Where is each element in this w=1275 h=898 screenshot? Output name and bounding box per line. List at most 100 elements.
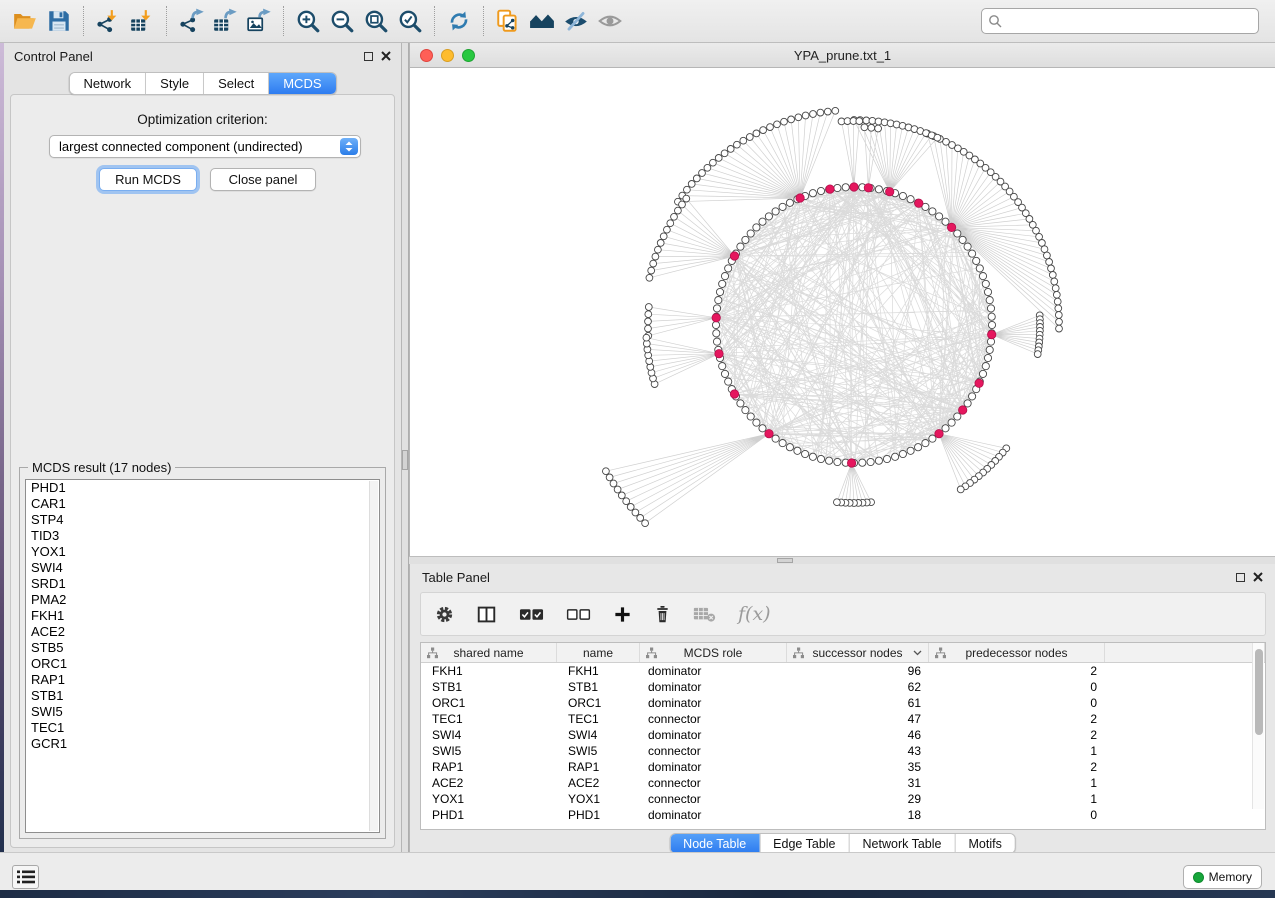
network-node[interactable] [794,447,801,454]
export-network-button[interactable] [174,5,208,37]
network-canvas[interactable] [410,68,1275,556]
export-image-button[interactable] [242,5,276,37]
network-node[interactable] [652,253,659,260]
network-node[interactable] [1055,312,1062,319]
network-node[interactable] [721,370,728,377]
close-panel-button[interactable]: Close panel [210,168,316,191]
mcds-result-item[interactable]: SWI4 [26,560,379,576]
network-node[interactable] [979,370,986,377]
network-node[interactable] [984,354,991,361]
network-node[interactable] [1044,252,1051,259]
network-node[interactable] [759,425,766,432]
network-node[interactable] [713,305,720,312]
float-panel-icon[interactable] [1236,573,1245,582]
tab-mcds[interactable]: MCDS [268,73,335,94]
network-node[interactable] [667,220,674,227]
mcds-result-item[interactable]: ORC1 [26,656,379,672]
tab-motifs[interactable]: Motifs [954,834,1014,853]
network-hub-node[interactable] [959,406,967,414]
network-node[interactable] [737,400,744,407]
save-session-button[interactable] [42,5,76,37]
mcds-result-item[interactable]: ACE2 [26,624,379,640]
network-node[interactable] [759,218,766,225]
network-hub-node[interactable] [826,185,834,193]
network-node[interactable] [671,213,678,220]
tab-node-table[interactable]: Node Table [670,834,759,853]
network-node[interactable] [842,184,849,191]
network-node[interactable] [954,230,961,237]
tab-edge-table[interactable]: Edge Table [759,834,848,853]
network-hub-node[interactable] [730,390,738,398]
network-node[interactable] [817,187,824,194]
table-row[interactable]: STB1STB1dominator620 [421,679,1265,695]
network-node[interactable] [688,181,695,188]
mcds-list-scrollbar[interactable] [369,481,378,831]
network-node[interactable] [712,321,719,328]
network-hub-node[interactable] [886,188,894,196]
network-node[interactable] [809,190,816,197]
network-node[interactable] [693,175,700,182]
table-row[interactable]: ORC1ORC1dominator610 [421,695,1265,711]
export-table-button[interactable] [208,5,242,37]
table-row[interactable]: PHD1PHD1dominator180 [421,807,1265,823]
network-node[interactable] [868,124,875,131]
vertical-splitter-handle[interactable] [402,450,408,470]
network-node[interactable] [907,196,914,203]
network-node[interactable] [753,130,760,137]
network-node[interactable] [614,486,621,493]
horizontal-splitter-handle[interactable] [777,558,793,563]
float-panel-icon[interactable] [364,52,373,61]
network-node[interactable] [942,425,949,432]
network-node[interactable] [969,393,976,400]
network-node[interactable] [899,192,906,199]
zoom-out-button[interactable] [325,5,359,37]
network-node[interactable] [802,450,809,457]
network-hub-node[interactable] [715,350,723,358]
mcds-result-item[interactable]: STB1 [26,688,379,704]
mcds-result-item[interactable]: RAP1 [26,672,379,688]
network-node[interactable] [875,186,882,193]
network-node[interactable] [979,273,986,280]
network-node[interactable] [1052,285,1059,292]
network-node[interactable] [737,243,744,250]
column-header-name[interactable]: name [557,643,640,662]
network-node[interactable] [954,413,961,420]
network-node[interactable] [988,313,995,320]
network-node[interactable] [648,267,655,274]
network-node[interactable] [788,116,795,123]
network-node[interactable] [772,208,779,215]
network-node[interactable] [699,170,706,177]
table-scrollbar-thumb[interactable] [1255,649,1263,735]
network-node[interactable] [683,195,690,202]
network-node[interactable] [936,213,943,220]
column-header-successor-nodes[interactable]: successor nodes [787,643,929,662]
network-node[interactable] [1055,305,1062,312]
network-node[interactable] [637,515,644,522]
network-node[interactable] [786,444,793,451]
network-node[interactable] [856,118,863,125]
network-node[interactable] [915,444,922,451]
network-node[interactable] [679,201,686,208]
tab-style[interactable]: Style [145,73,203,94]
network-node[interactable] [746,134,753,141]
network-node[interactable] [716,288,723,295]
network-node[interactable] [899,450,906,457]
network-node[interactable] [867,458,874,465]
network-node[interactable] [779,440,786,447]
network-node[interactable] [742,236,749,243]
network-node[interactable] [1056,325,1063,332]
zoom-selected-button[interactable] [393,5,427,37]
mcds-result-item[interactable]: SRD1 [26,576,379,592]
network-window-titlebar[interactable]: YPA_prune.txt_1 [410,43,1275,68]
network-node[interactable] [760,127,767,134]
network-node[interactable] [645,311,652,318]
table-row[interactable]: SWI4SWI4dominator462 [421,727,1265,743]
create-column-button[interactable] [613,605,632,624]
network-hub-node[interactable] [847,459,855,467]
network-node[interactable] [618,492,625,499]
new-network-from-selection-button[interactable] [491,5,525,37]
network-node[interactable] [802,112,809,119]
mcds-result-item[interactable]: FKH1 [26,608,379,624]
network-hub-node[interactable] [850,183,858,191]
network-node[interactable] [1053,291,1060,298]
